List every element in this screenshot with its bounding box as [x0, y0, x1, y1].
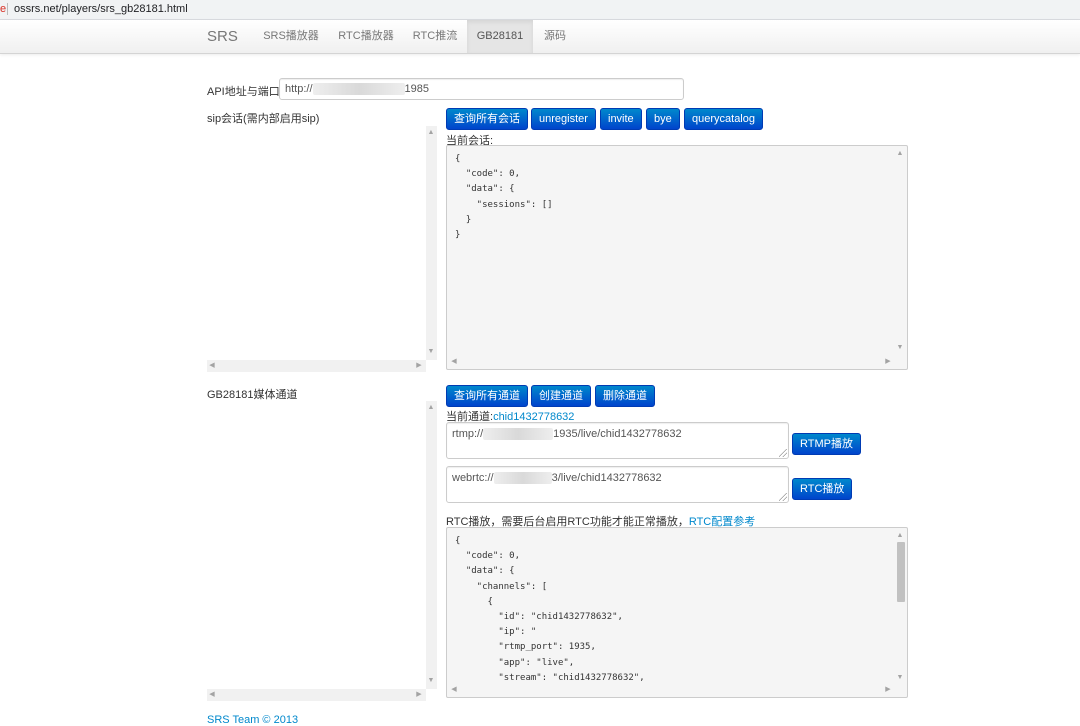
api-label: API地址与端口	[207, 86, 280, 98]
scroll-down-icon[interactable]: ▼	[895, 674, 905, 682]
scroll-left-icon[interactable]: ◀	[449, 686, 459, 694]
sip-response-box[interactable]: { "code": 0, "data": { "sessions": [] } …	[446, 145, 908, 370]
brand-logo[interactable]: SRS	[207, 20, 238, 53]
browser-url-bar[interactable]: e ossrs.net/players/srs_gb28181.html	[0, 0, 1080, 20]
rtmp-url-textarea[interactable]: rtmp:// 1935/live/chid1432778632	[446, 422, 789, 459]
channel-list-hscrollbar[interactable]: ◀ ▶	[207, 689, 426, 701]
query-channels-button[interactable]: 查询所有通道	[446, 385, 528, 407]
channel-response-box[interactable]: { "code": 0, "data": { "channels": [ { "…	[446, 527, 908, 698]
scroll-up-icon[interactable]: ▲	[895, 532, 905, 540]
redacted-host	[493, 472, 552, 485]
scroll-left-icon[interactable]: ◀	[207, 691, 217, 699]
create-channel-button[interactable]: 创建通道	[531, 385, 591, 407]
channel-list-vscrollbar[interactable]: ▲ ▼	[426, 401, 437, 689]
channel-list-pane: ▲ ▼ ◀ ▶	[207, 401, 437, 701]
redacted-host	[312, 83, 405, 96]
invite-button[interactable]: invite	[600, 108, 642, 130]
url-separator	[7, 3, 8, 15]
top-navbar: SRS SRS播放器 RTC播放器 RTC推流 GB28181 源码	[0, 20, 1080, 54]
scroll-up-icon[interactable]: ▲	[895, 150, 905, 158]
redacted-host	[483, 428, 554, 441]
scroll-down-icon[interactable]: ▼	[895, 344, 905, 352]
api-url-prefix: http://	[285, 83, 313, 95]
scroll-up-icon[interactable]: ▲	[426, 404, 436, 412]
rtmp-play-button[interactable]: RTMP播放	[792, 433, 861, 455]
nav-source[interactable]: 源码	[534, 20, 576, 53]
scroll-down-icon[interactable]: ▼	[426, 677, 436, 685]
footer-link[interactable]: SRS Team © 2013	[207, 714, 298, 726]
resize-grip-icon[interactable]	[779, 493, 787, 501]
not-secure-icon: e	[0, 3, 7, 15]
nav-rtc-player[interactable]: RTC播放器	[329, 20, 403, 53]
delete-channel-button[interactable]: 删除通道	[595, 385, 655, 407]
unregister-button[interactable]: unregister	[531, 108, 596, 130]
webrtc-url-suffix: 3/live/chid1432778632	[551, 472, 662, 484]
query-sessions-button[interactable]: 查询所有会话	[446, 108, 528, 130]
api-url-input[interactable]: http:// 1985	[279, 78, 684, 100]
sip-section-label: sip会话(需内部启用sip)	[207, 113, 320, 125]
scroll-up-icon[interactable]: ▲	[426, 129, 436, 137]
webrtc-url-prefix: webrtc://	[452, 472, 494, 484]
rtc-play-button[interactable]: RTC播放	[792, 478, 853, 500]
scroll-left-icon[interactable]: ◀	[449, 358, 459, 366]
gb-section-label: GB28181媒体通道	[207, 389, 298, 401]
sip-session-list[interactable]: ▲ ▼ ◀ ▶	[207, 126, 437, 372]
scroll-right-icon[interactable]: ▶	[414, 362, 424, 370]
rtmp-url-prefix: rtmp://	[452, 428, 484, 440]
api-url-port: 1985	[404, 83, 430, 95]
scroll-right-icon[interactable]: ▶	[414, 691, 424, 699]
nav-rtc-publish[interactable]: RTC推流	[404, 20, 466, 53]
scroll-left-icon[interactable]: ◀	[207, 362, 217, 370]
nav-gb28181[interactable]: GB28181	[467, 20, 533, 53]
scroll-thumb[interactable]	[897, 542, 905, 602]
url-text[interactable]: ossrs.net/players/srs_gb28181.html	[14, 0, 188, 18]
rtmp-url-suffix: 1935/live/chid1432778632	[553, 428, 682, 440]
scroll-right-icon[interactable]: ▶	[883, 358, 893, 366]
sip-list-hscrollbar[interactable]: ◀ ▶	[207, 360, 426, 372]
webrtc-url-textarea[interactable]: webrtc:// 3/live/chid1432778632	[446, 466, 789, 503]
resize-grip-icon[interactable]	[779, 449, 787, 457]
sip-list-vscrollbar[interactable]: ▲ ▼	[426, 126, 437, 360]
scroll-right-icon[interactable]: ▶	[883, 686, 893, 694]
querycatalog-button[interactable]: querycatalog	[684, 108, 763, 130]
sip-response-code: { "code": 0, "data": { "sessions": [] } …	[455, 154, 553, 241]
bye-button[interactable]: bye	[646, 108, 680, 130]
scroll-down-icon[interactable]: ▼	[426, 348, 436, 356]
nav-srs-player[interactable]: SRS播放器	[254, 20, 328, 53]
channel-response-code: { "code": 0, "data": { "channels": [ { "…	[455, 536, 645, 683]
